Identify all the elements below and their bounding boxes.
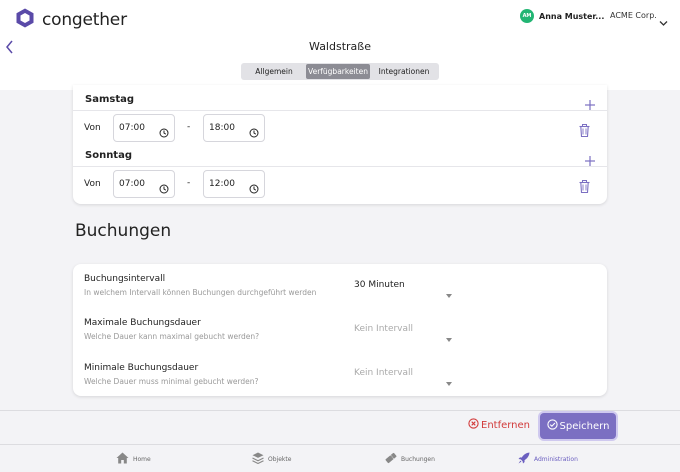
app-header: congether AM Anna Muster... ACME Corp. W… [0,0,680,90]
time-separator: - [187,178,191,188]
caret-down-icon[interactable] [446,283,452,302]
start-time-input[interactable]: 07:00 [113,170,175,198]
time-separator: - [187,122,191,132]
trash-icon[interactable] [579,178,590,197]
ticket-icon [385,452,397,466]
start-time-input[interactable]: 07:00 [113,114,175,142]
tab-integrationen[interactable]: Integrationen [370,64,438,79]
user-name: Anna Muster... [539,11,605,21]
plus-icon[interactable] [585,151,595,170]
setting-label: Buchungsintervall [84,274,166,284]
setting-description: Welche Dauer muss minimal gebucht werden… [84,377,259,386]
clock-icon[interactable] [159,179,169,198]
setting-label: Minimale Buchungsdauer [84,363,199,373]
availability-card: Samstag Von 07:00 - 18:00 Sonntag Von 07… [73,85,607,204]
end-time-value: 12:00 [209,179,235,189]
end-time-value: 18:00 [209,123,235,133]
from-label: Von [84,123,101,133]
rocket-icon [518,452,530,466]
remove-button[interactable]: Entfernen [468,418,530,432]
day-title-samstag: Samstag [85,94,135,105]
end-time-input[interactable]: 12:00 [203,170,265,198]
setting-description: Welche Dauer kann maximal gebucht werden… [84,332,260,341]
page-title: Waldstraße [309,40,371,53]
min-duration-select[interactable]: Kein Intervall [354,368,413,378]
tab-bar: Allgemein Verfügbarkeiten Integrationen [241,63,439,80]
nav-item-home[interactable]: Home [116,452,151,466]
user-menu[interactable]: AM Anna Muster... [520,9,604,23]
congether-logo-icon [14,7,36,33]
start-time-value: 07:00 [119,123,145,133]
start-time-value: 07:00 [119,179,145,189]
org-selector[interactable]: ACME Corp. [610,11,657,20]
interval-select[interactable]: 30 Minuten [354,280,405,290]
trash-icon[interactable] [579,122,590,141]
nav-item-buchungen[interactable]: Buchungen [385,452,435,466]
day-title-sonntag: Sonntag [85,150,132,161]
remove-button-label: Entfernen [481,419,531,431]
clock-icon[interactable] [249,179,259,198]
caret-down-icon[interactable] [446,327,452,346]
section-title-buchungen: Buchungen [75,221,172,241]
tab-allgemein[interactable]: Allgemein [242,64,306,79]
tab-verfuegbarkeiten[interactable]: Verfügbarkeiten [306,64,370,79]
save-button[interactable]: Speichern [540,413,616,439]
app-logo[interactable]: congether [14,7,127,33]
from-label: Von [84,179,101,189]
save-button-label: Speichern [559,420,610,432]
divider [73,110,607,111]
clock-icon[interactable] [249,123,259,142]
cancel-circle-icon [468,418,479,432]
plus-icon[interactable] [585,95,595,114]
check-circle-icon [546,419,558,433]
nav-label: Administration [534,455,578,463]
chevron-down-icon[interactable] [659,12,668,31]
nav-item-objekte[interactable]: Objekte [252,452,291,466]
avatar: AM [520,9,534,23]
divider [73,166,607,167]
max-duration-select[interactable]: Kein Intervall [354,324,413,334]
setting-label: Maximale Buchungsdauer [84,318,201,328]
bottom-nav: Home Objekte Buchungen Administration [0,444,680,472]
logo-text: congether [42,10,127,30]
nav-label: Home [133,455,151,463]
setting-description: In welchem Intervall können Buchungen du… [84,288,317,297]
caret-down-icon[interactable] [446,371,452,390]
nav-label: Buchungen [401,455,435,463]
end-time-input[interactable]: 18:00 [203,114,265,142]
clock-icon[interactable] [159,123,169,142]
home-icon [116,452,129,466]
layers-icon [252,452,264,466]
nav-item-administration[interactable]: Administration [518,452,578,466]
booking-settings-card: Buchungsintervall In welchem Intervall k… [73,264,607,396]
nav-label: Objekte [268,455,292,463]
